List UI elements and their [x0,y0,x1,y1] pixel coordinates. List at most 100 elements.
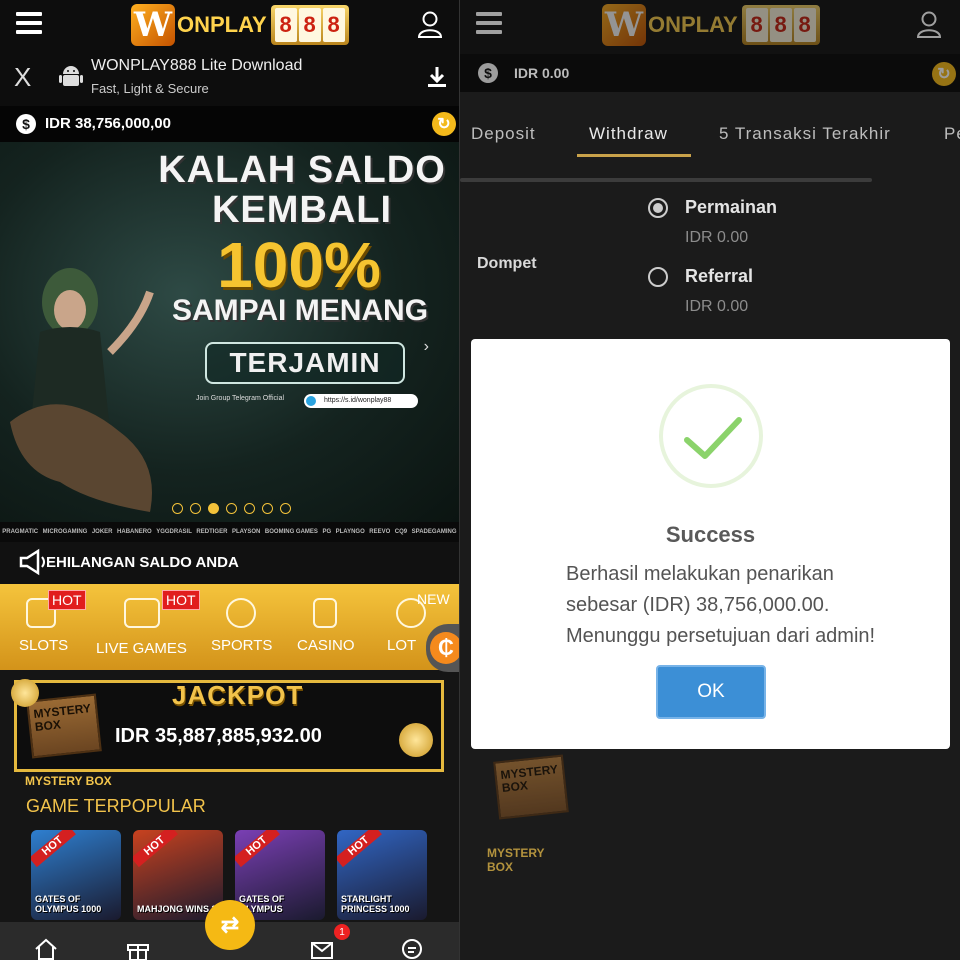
coin-icon: ₵ [430,632,459,664]
brand-logo[interactable]: W ONPLAY 8 8 8 [602,4,820,46]
tab-withdraw[interactable]: Withdraw [589,124,668,144]
balance-amount: IDR 38,756,000,00 [45,115,171,132]
radio-referral[interactable] [648,267,668,287]
option-amount: IDR 0.00 [685,298,749,315]
tab-overflow[interactable]: Pe [944,124,960,144]
logo-reel: 8 [322,8,345,42]
carousel-dot[interactable] [172,503,183,514]
mystery-box-text: MYSTERY BOX [499,762,559,796]
provider-logo: REEVO [369,529,391,535]
popular-games-title: GAME TERPOPULAR [26,796,206,816]
logo-reel: 8 [769,8,792,42]
category-label: SLOTS [19,637,69,654]
balance-bar: $ IDR 0.00 ↻ [460,54,960,92]
announcement-marquee: EHILANGAN SALDO ANDA [0,542,459,584]
provider-logo: PLAYNGO [335,529,365,535]
provider-logo: PG [322,529,332,535]
provider-logo: MICROGAMING [42,529,88,535]
dialog-message-line: sebesar (IDR) 38,756,000.00. [566,594,830,616]
top-bar: W ONPLAY 8 8 8 [0,0,459,48]
radio-permainan[interactable] [648,198,668,218]
ok-button[interactable]: OK [656,665,766,719]
category-casino[interactable]: CASINO [290,584,370,670]
hot-ribbon: HOT [235,830,281,868]
dollar-icon: $ [478,63,498,83]
soccer-ball-icon [226,598,256,628]
menu-icon[interactable] [16,12,42,34]
carousel-dot[interactable] [244,503,255,514]
active-tab-indicator [577,154,691,157]
logo-text: ONPLAY [648,12,738,37]
floating-coin-button[interactable]: ₵ [426,624,459,672]
carousel-dot[interactable] [190,503,201,514]
category-live-games[interactable]: HOT LIVE GAMES [90,584,200,670]
dialog-message-line: Berhasil melakukan penarikan [566,563,834,585]
wallet-label: Dompet [477,255,537,272]
brand-logo[interactable]: W ONPLAY 8 8 8 [131,4,349,46]
provider-strip: PRAGMATIC MICROGAMING JOKER HABANERO YGG… [0,522,459,542]
category-sports[interactable]: SPORTS [204,584,284,670]
game-card[interactable]: HOT GATES OF OLYMPUS 1000 [31,830,121,920]
provider-logo: HABANERO [117,529,152,535]
hot-badge: HOT [48,590,86,610]
mystery-box-image[interactable]: MYSTERY BOX [26,693,102,759]
hot-ribbon: HOT [133,830,179,868]
tab-last-transactions[interactable]: 5 Transaksi Terakhir [719,124,891,144]
balance-bar: $ IDR 38,756,000,00 ↻ [0,106,459,142]
carousel-dot[interactable] [280,503,291,514]
banner-subheadline: SAMPAI MENANG [171,294,429,327]
close-download-button[interactable]: X [14,62,31,93]
refresh-balance-icon[interactable]: ↻ [432,112,456,136]
chat-icon[interactable] [400,938,424,960]
mail-icon[interactable] [310,938,334,960]
carousel-dot-active[interactable] [208,503,219,514]
game-card[interactable]: HOT GATES OF OLYMPUS [235,830,325,920]
jackpot-amount: IDR 35,887,885,932.00 [115,725,322,747]
download-subtitle: Fast, Light & Secure [91,81,209,96]
menu-icon[interactable] [476,12,502,34]
game-card[interactable]: HOT MAHJONG WINS 3 [133,830,223,920]
mystery-box-label: MYSTERY BOX [487,846,545,874]
telegram-link[interactable]: https://s.id/wonplay88 [304,394,418,408]
logo-reel: 8 [793,8,816,42]
provider-logo: JOKER [91,529,113,535]
user-icon[interactable] [916,10,942,38]
hot-badge: HOT [162,590,200,610]
banner-percent: 100% [217,229,381,301]
success-check-icon [659,384,763,488]
download-icon[interactable] [427,66,447,88]
carousel-dot[interactable] [262,503,273,514]
game-card[interactable]: HOT STARLIGHT PRINCESS 1000 [337,830,427,920]
user-icon[interactable] [417,10,443,38]
category-label: LIVE GAMES [96,640,187,657]
top-bar: W ONPLAY 8 8 8 [460,0,960,54]
logo-reel: 8 [274,8,297,42]
new-badge: NEW [417,591,450,607]
category-label: SPORTS [211,637,273,654]
playing-card-icon [313,598,337,628]
tabs-scrollbar[interactable] [460,178,872,182]
banner-tag: TERJAMIN [205,342,405,384]
banner-next-arrow[interactable]: › [424,338,429,356]
logo-text: ONPLAY [177,12,267,37]
swap-button[interactable]: ⇄ [205,900,255,950]
gift-icon[interactable] [126,938,150,960]
carousel-dot[interactable] [226,503,237,514]
dialog-message-line: Menunggu persetujuan dari admin! [566,625,876,647]
refresh-balance-icon[interactable]: ↻ [932,62,956,86]
dollar-icon: $ [16,114,36,134]
home-icon[interactable] [34,938,58,960]
category-label: CASINO [297,637,355,654]
game-name: GATES OF OLYMPUS 1000 [35,894,102,914]
provider-logo: CQ9 [394,529,408,535]
promo-banner[interactable]: KALAH SALDO KEMBALI 100% SAMPAI MENANG T… [0,142,459,522]
provider-logo: YGGDRASIL [156,529,192,535]
success-dialog: Success Berhasil melakukan penarikan seb… [471,339,950,749]
tab-deposit[interactable]: Deposit [471,124,536,144]
logo-reel: 8 [298,8,321,42]
game-name: MAHJONG WINS 3 [137,904,217,914]
logo-w-mark: W [131,4,175,46]
game-name: STARLIGHT PRINCESS 1000 [341,894,410,914]
category-slots[interactable]: HOT SLOTS [0,584,86,670]
provider-logo: SPADEGAMING [411,529,457,535]
